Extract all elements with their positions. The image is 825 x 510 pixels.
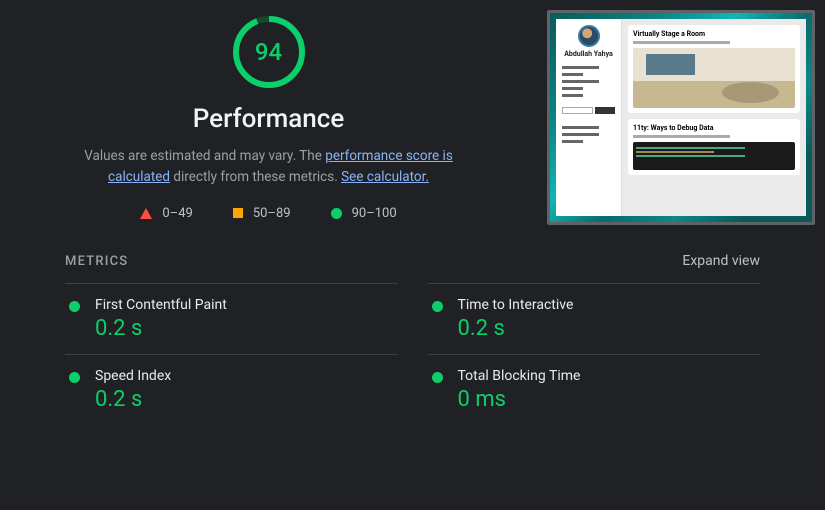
metric-name: Speed Index xyxy=(95,368,171,384)
performance-gauge: 94 xyxy=(231,14,307,90)
metric-name: Time to Interactive xyxy=(458,297,574,313)
thumb-card2-title: 11ty: Ways to Debug Data xyxy=(633,124,795,132)
legend-fail: 0–49 xyxy=(140,206,192,221)
legend-average: 50–89 xyxy=(233,206,291,221)
metrics-heading: METRICS xyxy=(65,254,128,269)
expand-view-button[interactable]: Expand view xyxy=(682,253,760,269)
status-dot-icon xyxy=(69,301,80,312)
avatar xyxy=(578,25,600,47)
status-dot-icon xyxy=(432,372,443,383)
performance-score: 94 xyxy=(231,14,307,90)
triangle-icon xyxy=(140,208,152,219)
performance-title: Performance xyxy=(193,104,345,134)
status-dot-icon xyxy=(432,301,443,312)
see-calculator-link[interactable]: See calculator. xyxy=(341,169,429,185)
metric-row[interactable]: Total Blocking Time 0 ms xyxy=(428,354,761,425)
metric-name: First Contentful Paint xyxy=(95,297,227,313)
circle-icon xyxy=(331,208,342,219)
status-dot-icon xyxy=(69,372,80,383)
square-icon xyxy=(233,208,243,218)
metric-value: 0.2 s xyxy=(458,316,574,341)
metric-value: 0 ms xyxy=(458,387,581,412)
metric-value: 0.2 s xyxy=(95,387,171,412)
metric-name: Total Blocking Time xyxy=(458,368,581,384)
profile-name: Abdullah Yahya xyxy=(562,50,615,58)
performance-description: Values are estimated and may vary. The p… xyxy=(79,146,459,188)
metric-row[interactable]: First Contentful Paint 0.2 s xyxy=(65,283,398,354)
page-thumbnail: Abdullah Yahya Virtually Stage a Room xyxy=(547,10,815,225)
metric-row[interactable]: Time to Interactive 0.2 s xyxy=(428,283,761,354)
metric-row[interactable]: Speed Index 0.2 s xyxy=(65,354,398,425)
metric-value: 0.2 s xyxy=(95,316,227,341)
score-legend: 0–49 50–89 90–100 xyxy=(140,206,396,221)
thumb-card1-title: Virtually Stage a Room xyxy=(633,30,795,38)
legend-pass: 90–100 xyxy=(331,206,397,221)
